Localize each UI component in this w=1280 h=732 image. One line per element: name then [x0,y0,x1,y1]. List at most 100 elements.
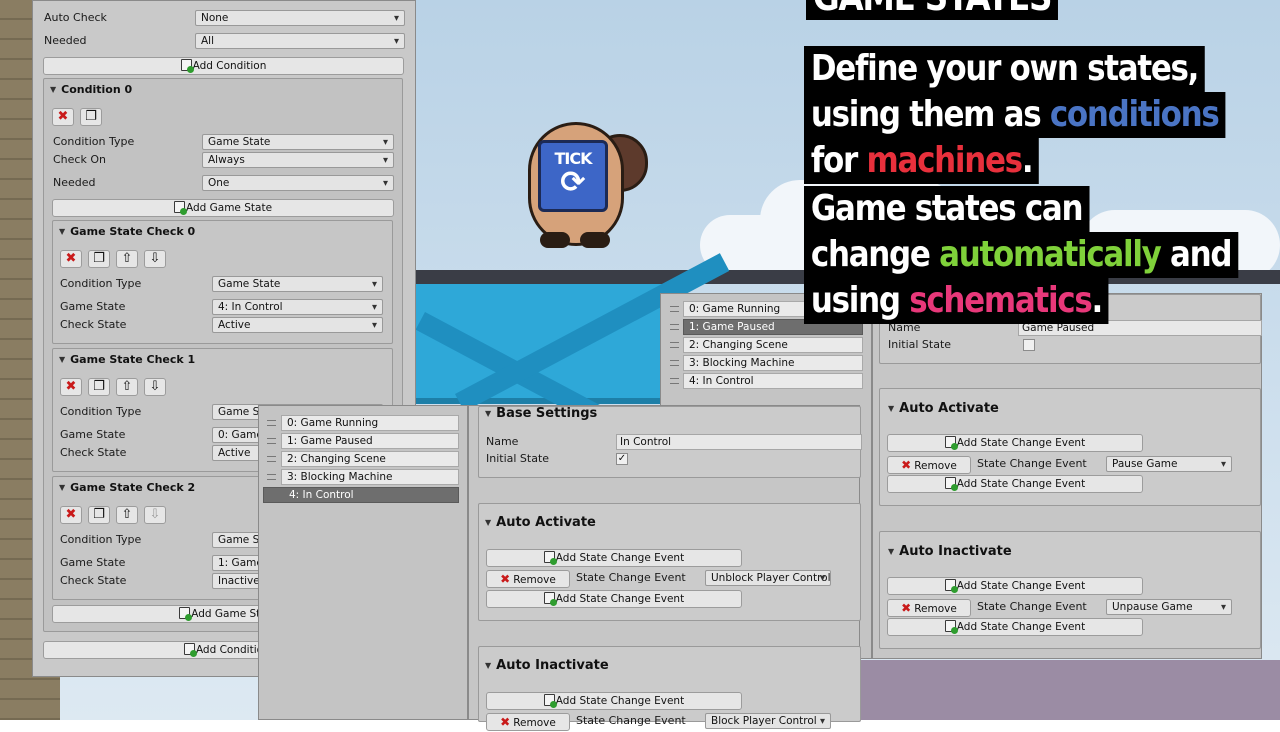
add-event-label: Add State Change Event [956,580,1086,592]
drag-handle-icon[interactable] [670,342,679,348]
refresh-icon: ⟳ [560,165,586,200]
remove-event-button[interactable]: ✖ Remove [887,456,971,474]
add-state-change-event-button[interactable]: Add State Change Event [486,692,742,710]
base-settings-box: Base Settings Name In Control Initial St… [478,406,862,478]
remove-label: Remove [914,460,957,472]
drag-handle-icon[interactable] [267,456,276,462]
state-change-event-dropdown[interactable]: Block Player Control [705,713,831,729]
name-field[interactable]: In Control [616,434,862,450]
game-paused-settings-panel: Name Game Paused Initial State Auto Acti… [872,293,1262,659]
state-change-event-label: State Change Event [576,714,686,727]
overlay-text: using [810,280,910,321]
delete-x-icon: ✖ [65,379,77,394]
move-down-button[interactable]: ⇩ [144,506,166,524]
auto-inactivate-box: Auto Inactivate Add State Change Event ✖… [478,646,861,731]
scene-floor [860,660,1280,720]
needed-label: Needed [44,34,87,47]
add-state-change-event-button[interactable]: Add State Change Event [887,577,1143,595]
delete-condition-button[interactable]: ✖ [52,108,74,126]
delete-x-icon: ✖ [65,251,77,266]
delete-x-icon: ✖ [57,109,69,124]
condition-title: Condition 0 [50,82,132,98]
overlay-title-text: GAME STATES [813,0,1053,19]
drag-handle-icon[interactable] [670,324,679,330]
arrow-up-icon: ⇧ [121,251,133,266]
in-control-list-panel: 0: Game Running 1: Game Paused 2: Changi… [258,405,468,720]
state-list-item[interactable]: 2: Changing Scene [281,451,459,467]
add-state-change-event-button[interactable]: Add State Change Event [887,434,1143,452]
remove-event-button[interactable]: ✖ Remove [887,599,971,617]
check-condition-type-label: Condition Type [60,277,142,290]
state-change-event-dropdown[interactable]: Unpause Game [1106,599,1232,615]
drag-handle-icon[interactable] [670,378,679,384]
add-game-state-label: Add Game Sta [191,608,267,620]
initial-state-checkbox[interactable]: ✓ [616,453,628,465]
tick-sign: TICK ⟳ [538,140,608,212]
drag-handle-icon[interactable] [267,420,276,426]
add-condition-label: Add Condition [192,60,267,72]
move-down-button[interactable]: ⇩ [144,250,166,268]
move-up-button[interactable]: ⇧ [116,378,138,396]
state-list-item[interactable]: 2: Changing Scene [683,337,863,353]
check-condition-type-label: Condition Type [60,405,142,418]
copy-check-button[interactable]: ❐ [88,506,110,524]
move-down-button[interactable]: ⇩ [144,378,166,396]
add-document-icon [543,551,557,565]
remove-event-button[interactable]: ✖ Remove [486,570,570,588]
check-condition-type-dropdown[interactable]: Game State [212,276,383,292]
add-game-state-button[interactable]: Add Game State [52,199,394,217]
add-state-change-event-button[interactable]: Add State Change Event [486,549,742,567]
drag-handle-icon[interactable] [670,306,679,312]
remove-event-button[interactable]: ✖ Remove [486,713,570,731]
move-up-button[interactable]: ⇧ [116,506,138,524]
initial-state-checkbox[interactable] [1023,339,1035,351]
drag-handle-icon[interactable] [267,474,276,480]
add-state-change-event-button[interactable]: Add State Change Event [887,618,1143,636]
add-document-icon [173,201,187,215]
copy-check-button[interactable]: ❐ [88,378,110,396]
auto-activate-box: Auto Activate Add State Change Event ✖Re… [478,503,861,621]
drag-handle-icon[interactable] [267,438,276,444]
overlay-text: for [810,140,867,181]
player-character: TICK ⟳ [512,116,652,256]
add-state-change-event-button[interactable]: Add State Change Event [887,475,1143,493]
delete-check-button[interactable]: ✖ [60,378,82,396]
state-list-item-selected[interactable]: 4: In Control [263,487,459,503]
remove-x-icon: ✖ [500,715,511,729]
delete-check-button[interactable]: ✖ [60,506,82,524]
initial-state-label: Initial State [486,452,550,465]
state-list-item[interactable]: 3: Blocking Machine [281,469,459,485]
copy-condition-button[interactable]: ❐ [80,108,102,126]
state-change-event-dropdown[interactable]: Unblock Player Control [705,570,831,586]
auto-activate-box: Auto Activate Add State Change Event ✖Re… [879,388,1261,506]
scene-girder [415,253,730,471]
auto-inactivate-title: Auto Inactivate [485,658,609,674]
needed-dropdown[interactable]: All [195,33,405,49]
add-state-change-event-button[interactable]: Add State Change Event [486,590,742,608]
delete-check-button[interactable]: ✖ [60,250,82,268]
check-game-state-dropdown[interactable]: 4: In Control [212,299,383,315]
overlay-line-1: Define your own states, [804,46,1206,92]
add-game-state-label: Add Game State [185,202,273,214]
in-control-settings-panel: Base Settings Name In Control Initial St… [468,405,862,731]
character-foot [580,232,610,248]
condition-needed-dropdown[interactable]: One [202,175,394,191]
state-change-event-dropdown[interactable]: Pause Game [1106,456,1232,472]
drag-handle-icon[interactable] [670,360,679,366]
add-condition-button[interactable]: Add Condition [43,57,404,75]
move-up-button[interactable]: ⇧ [116,250,138,268]
state-list-item[interactable]: 0: Game Running [281,415,459,431]
overlay-text: using them as [810,94,1050,135]
check-on-dropdown[interactable]: Always [202,152,394,168]
add-document-icon [944,436,958,450]
game-state-check-title: Game State Check 1 [59,352,195,368]
condition-type-dropdown[interactable]: Game State [202,134,394,150]
auto-activate-title: Auto Activate [888,401,999,417]
state-list-item[interactable]: 4: In Control [683,373,863,389]
add-document-icon [179,607,193,621]
auto-check-dropdown[interactable]: None [195,10,405,26]
check-state-dropdown[interactable]: Active [212,317,383,333]
copy-check-button[interactable]: ❐ [88,250,110,268]
state-list-item[interactable]: 1: Game Paused [281,433,459,449]
state-list-item[interactable]: 3: Blocking Machine [683,355,863,371]
